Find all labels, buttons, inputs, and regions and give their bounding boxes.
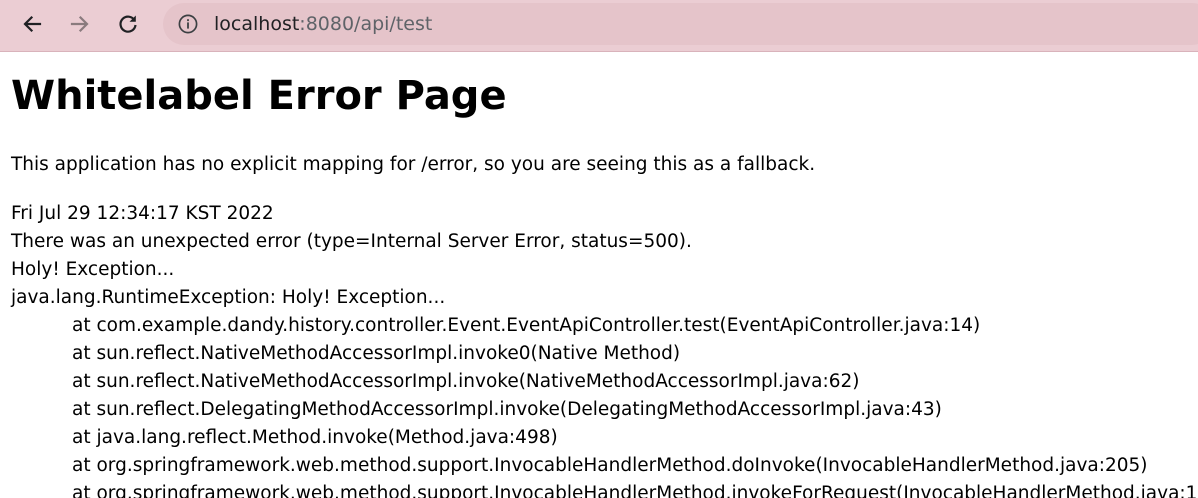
stack-trace-line: at org.springframework.web.method.suppor…	[72, 483, 1198, 498]
page-title: Whitelabel Error Page	[11, 73, 507, 119]
intro-text: This application has no explicit mapping…	[11, 154, 816, 175]
address-bar[interactable]: localhost:8080/api/test	[163, 3, 1198, 45]
stack-trace-line: at sun.reflect.NativeMethodAccessorImpl.…	[72, 343, 681, 364]
stack-trace-line: at org.springframework.web.method.suppor…	[72, 455, 1148, 476]
error-message: Holy! Exception...	[11, 259, 175, 280]
url-path: :8080/api/test	[299, 13, 433, 35]
stack-trace-line: at java.lang.reflect.Method.invoke(Metho…	[72, 427, 558, 448]
reload-button[interactable]	[110, 6, 146, 42]
forward-arrow-icon	[70, 15, 89, 33]
stack-trace-line: at sun.reflect.DelegatingMethodAccessorI…	[72, 399, 942, 420]
error-summary: There was an unexpected error (type=Inte…	[11, 231, 692, 252]
error-details: Fri Jul 29 12:34:17 KST 2022 There was a…	[11, 200, 1198, 498]
stack-trace-line: at sun.reflect.NativeMethodAccessorImpl.…	[72, 371, 860, 392]
back-button[interactable]	[14, 6, 50, 42]
back-arrow-icon	[23, 15, 42, 33]
browser-toolbar: localhost:8080/api/test	[0, 0, 1198, 52]
error-timestamp: Fri Jul 29 12:34:17 KST 2022	[11, 203, 274, 224]
url-text[interactable]: localhost:8080/api/test	[214, 3, 432, 45]
reload-icon	[119, 15, 137, 33]
info-icon[interactable]	[178, 14, 198, 34]
forward-button[interactable]	[62, 6, 98, 42]
url-host: localhost	[214, 13, 300, 35]
stack-trace-line: at com.example.dandy.history.controller.…	[72, 315, 981, 336]
exception-line: java.lang.RuntimeException: Holy! Except…	[11, 287, 446, 308]
